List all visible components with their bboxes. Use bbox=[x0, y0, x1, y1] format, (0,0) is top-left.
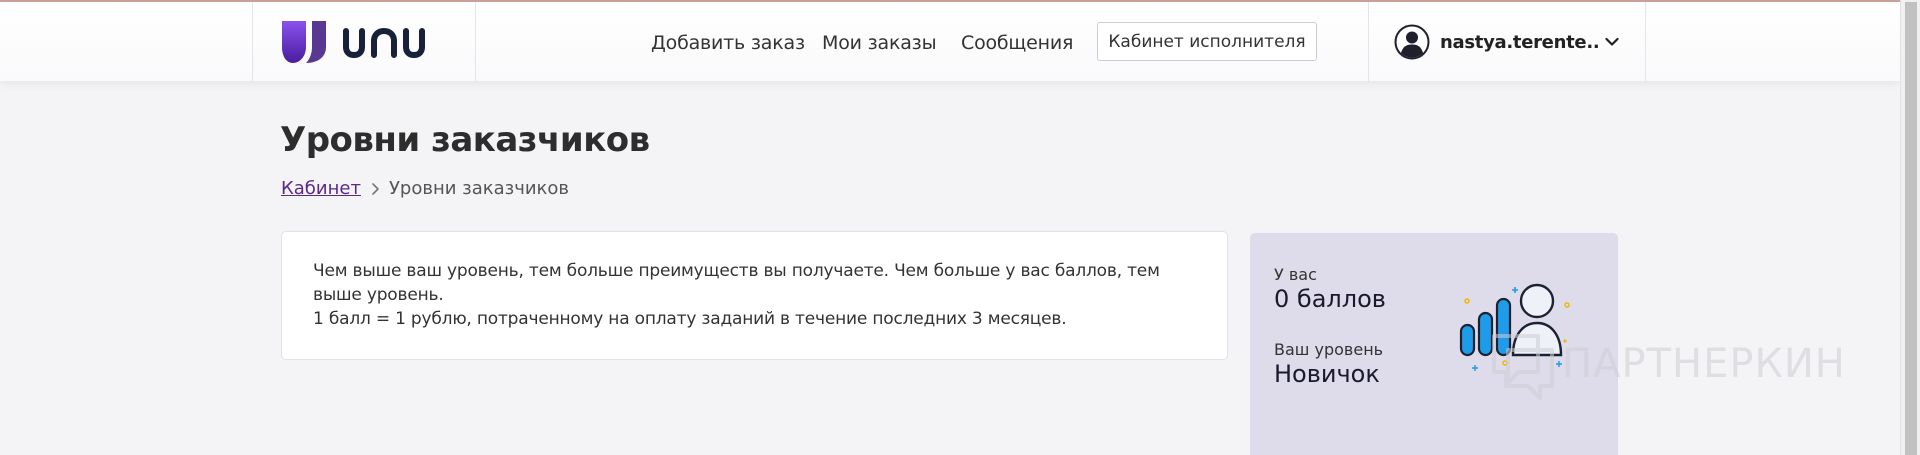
header-divider bbox=[252, 2, 253, 81]
performer-cabinet-button[interactable]: Кабинет исполнителя bbox=[1097, 22, 1317, 61]
avatar-icon bbox=[1394, 24, 1430, 60]
watermark: ПАРТНЕРКИН bbox=[1488, 328, 1846, 400]
level-value: Новичок bbox=[1274, 360, 1380, 388]
info-text-levels: Чем выше ваш уровень, тем больше преимущ… bbox=[313, 261, 1160, 305]
header-divider bbox=[1645, 2, 1646, 81]
logo[interactable] bbox=[280, 19, 440, 67]
page-title: Уровни заказчиков bbox=[280, 120, 650, 160]
level-label: Ваш уровень bbox=[1274, 340, 1384, 359]
watermark-logo-icon bbox=[1492, 334, 1554, 400]
scrollbar-thumb[interactable] bbox=[1905, 2, 1917, 455]
levels-info-card: Чем выше ваш уровень, тем больше преимущ… bbox=[281, 231, 1228, 360]
header-divider bbox=[475, 2, 476, 81]
points-label: У вас bbox=[1274, 265, 1317, 284]
nav-my-orders[interactable]: Мои заказы bbox=[822, 32, 937, 54]
watermark-text: ПАРТНЕРКИН bbox=[1562, 341, 1846, 387]
breadcrumb-cabinet-link[interactable]: Кабинет bbox=[281, 178, 361, 199]
nav-messages[interactable]: Сообщения bbox=[961, 32, 1073, 54]
breadcrumb: Кабинет Уровни заказчиков bbox=[281, 178, 569, 199]
user-name: nastya.terente.. bbox=[1440, 31, 1600, 53]
nav-add-order[interactable]: Добавить заказ bbox=[651, 32, 805, 54]
info-text-points: 1 балл = 1 рублю, потраченному на оплату… bbox=[313, 309, 1067, 329]
points-value: 0 баллов bbox=[1274, 285, 1386, 313]
chevron-right-icon bbox=[372, 182, 379, 195]
breadcrumb-current: Уровни заказчиков bbox=[388, 178, 570, 199]
header-divider bbox=[1368, 2, 1369, 81]
site-header: Добавить заказ Мои заказы Сообщения Каби… bbox=[0, 2, 1900, 81]
user-menu[interactable]: nastya.terente.. bbox=[1394, 22, 1620, 62]
chevron-down-icon bbox=[1605, 37, 1620, 46]
page-scrollbar[interactable] bbox=[1900, 0, 1920, 455]
unu-logo-icon bbox=[282, 21, 425, 63]
